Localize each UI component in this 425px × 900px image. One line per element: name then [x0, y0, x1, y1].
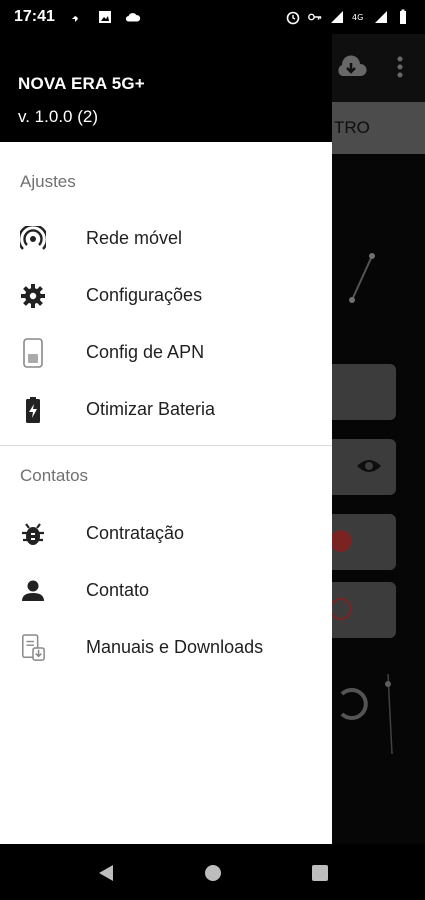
system-navigation-bar: [0, 844, 425, 900]
document-download-icon: [20, 634, 46, 661]
menu-item-contato[interactable]: Contato: [0, 562, 332, 618]
bug-icon: [20, 521, 46, 547]
menu-item-rede-movel[interactable]: Rede móvel: [0, 210, 332, 266]
recents-icon[interactable]: [309, 862, 331, 884]
signal-icon: [375, 11, 387, 23]
sim-card-icon: [20, 338, 46, 368]
menu-item-label: Configurações: [86, 284, 203, 305]
menu-item-config-apn[interactable]: Config de APN: [0, 324, 332, 380]
menu-item-manuais-downloads[interactable]: Manuais e Downloads: [0, 619, 332, 675]
battery-charging-icon: [20, 397, 46, 423]
status-system-icons: 4G: [285, 0, 411, 34]
section-title-contatos: Contatos: [20, 466, 89, 485]
image-icon: [98, 11, 111, 23]
menu-item-label: Rede móvel: [86, 227, 183, 248]
status-notification-icons: [69, 9, 141, 25]
drawer-header: NOVA ERA 5G+ v. 1.0.0 (2): [0, 34, 332, 142]
menu-item-configuracoes[interactable]: Configurações: [0, 267, 332, 323]
section-title-ajustes: Ajustes: [20, 172, 76, 191]
vpn-key-icon: [308, 13, 322, 21]
battery-icon: [400, 9, 406, 24]
menu-item-label: Contato: [86, 579, 150, 600]
section-divider: [0, 445, 332, 446]
signal-icon: [331, 11, 343, 23]
4g-icon: 4G: [352, 13, 363, 22]
menu-item-label: Otimizar Bateria: [86, 398, 216, 419]
status-time: 17:41: [14, 8, 55, 25]
menu-item-label: Manuais e Downloads: [86, 636, 264, 657]
app-name: NOVA ERA 5G+: [18, 74, 145, 93]
menu-item-label: Contratação: [86, 522, 185, 543]
menu-item-otimizar-bateria[interactable]: Otimizar Bateria: [0, 381, 332, 437]
cloud-icon: [125, 13, 141, 22]
menu-item-label: Config de APN: [86, 341, 205, 362]
status-bar: 17:41 4G: [0, 0, 425, 34]
navigation-drawer: NOVA ERA 5G+ v. 1.0.0 (2) Ajustes Rede m…: [0, 34, 332, 844]
back-icon[interactable]: [95, 862, 117, 884]
cell-signal-icon: [20, 226, 46, 252]
person-icon: [20, 578, 46, 604]
rocket-icon: [71, 12, 82, 22]
svg-text:4G: 4G: [352, 13, 363, 22]
alarm-icon: [286, 11, 300, 25]
gear-icon: [20, 283, 46, 309]
app-version: v. 1.0.0 (2): [18, 107, 98, 126]
home-icon[interactable]: [202, 862, 224, 884]
menu-item-contratacao[interactable]: Contratação: [0, 505, 332, 561]
